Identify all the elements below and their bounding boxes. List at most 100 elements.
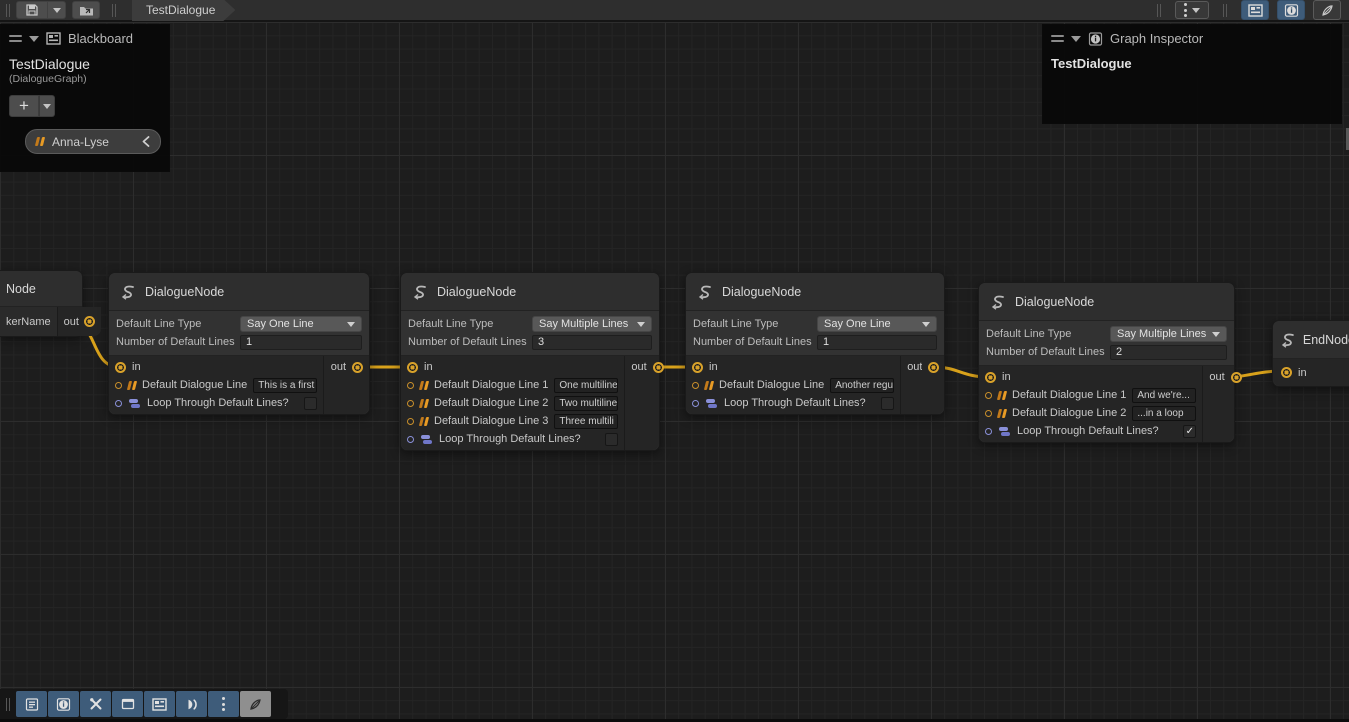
in-port-label: in bbox=[1298, 367, 1349, 379]
blackboard-item-label: Anna-Lyse bbox=[52, 135, 134, 149]
prop-label: Default Line Type bbox=[408, 318, 532, 330]
loop-port-label: Loop Through Default Lines? bbox=[439, 433, 599, 445]
line-port[interactable] bbox=[407, 418, 414, 425]
in-port[interactable] bbox=[1281, 367, 1292, 378]
loop-checkbox[interactable] bbox=[605, 433, 618, 446]
node-title-bar[interactable]: Node bbox=[0, 271, 82, 307]
toggle-blackboard-button[interactable] bbox=[1241, 0, 1269, 20]
prop-label: Default Line Type bbox=[693, 318, 817, 330]
toggle-quill-panel-button[interactable] bbox=[1313, 0, 1341, 20]
node-title-bar[interactable]: DialogueNode bbox=[686, 273, 944, 311]
line-type-dropdown[interactable]: Say Multiple Lines bbox=[1110, 326, 1227, 342]
speaker-name-field[interactable]: kerName bbox=[0, 307, 57, 336]
dialogue-node-2[interactable]: DialogueNode Default Line Type Say Multi… bbox=[400, 272, 660, 451]
dialogue-node-4[interactable]: DialogueNode Default Line Type Say Multi… bbox=[978, 282, 1235, 443]
window-button[interactable] bbox=[112, 691, 143, 717]
number-of-lines-field[interactable]: 2 bbox=[1110, 345, 1227, 360]
play-preview-button[interactable] bbox=[176, 691, 207, 717]
toggle-inspector-button[interactable] bbox=[1277, 0, 1305, 20]
loop-port[interactable] bbox=[692, 400, 699, 407]
loop-port[interactable] bbox=[115, 400, 122, 407]
speaker-node[interactable]: Node kerName out bbox=[0, 270, 83, 337]
dialogue-line-field[interactable]: Two multiline bbox=[554, 396, 618, 411]
toolbar-drag-handle[interactable] bbox=[6, 4, 10, 17]
in-port[interactable] bbox=[692, 362, 703, 373]
node-title-bar[interactable]: DialogueNode bbox=[401, 273, 659, 311]
document-lines-icon bbox=[25, 698, 39, 711]
save-button[interactable] bbox=[16, 1, 48, 19]
chevron-left-icon[interactable] bbox=[142, 136, 150, 147]
dialogue-line-field[interactable]: Three multili bbox=[554, 414, 618, 429]
loop-checkbox[interactable] bbox=[881, 397, 894, 410]
drag-grip-icon[interactable] bbox=[9, 35, 22, 42]
dialogue-node-1[interactable]: DialogueNode Default Line Type Say One L… bbox=[108, 272, 370, 415]
line-type-dropdown[interactable]: Say Multiple Lines bbox=[532, 316, 652, 332]
dialogue-line-field[interactable]: ...in a loop bbox=[1132, 406, 1196, 421]
right-drag-handle[interactable] bbox=[1157, 4, 1161, 17]
add-property-button[interactable]: + bbox=[9, 95, 39, 117]
graph-tab[interactable]: TestDialogue bbox=[132, 0, 235, 21]
loop-port[interactable] bbox=[985, 428, 992, 435]
more-options-button[interactable] bbox=[208, 691, 239, 717]
toggle-inspector-button-bottom[interactable] bbox=[48, 691, 79, 717]
end-node[interactable]: EndNode in bbox=[1272, 320, 1349, 387]
line-type-dropdown[interactable]: Say One Line bbox=[817, 316, 937, 332]
node-title-bar[interactable]: EndNode bbox=[1273, 321, 1349, 359]
line-port[interactable] bbox=[407, 400, 414, 407]
in-port[interactable] bbox=[115, 362, 126, 373]
tools-button[interactable] bbox=[80, 691, 111, 717]
window-icon bbox=[121, 698, 135, 710]
dialogue-line-field[interactable]: And we're... bbox=[1132, 388, 1196, 403]
out-port[interactable] bbox=[1231, 372, 1242, 383]
overflow-menu-button[interactable] bbox=[1175, 1, 1209, 19]
in-port[interactable] bbox=[407, 362, 418, 373]
out-port[interactable] bbox=[928, 362, 939, 373]
chevron-down-icon bbox=[347, 322, 355, 327]
blackboard-header[interactable]: Blackboard bbox=[1, 25, 169, 50]
loop-checkbox[interactable]: ✓ bbox=[1183, 425, 1196, 438]
number-of-lines-field[interactable]: 1 bbox=[240, 335, 362, 350]
blackboard-item-anna-lyse[interactable]: Anna-Lyse bbox=[25, 129, 161, 154]
out-port[interactable] bbox=[84, 316, 95, 327]
number-of-lines-field[interactable]: 1 bbox=[817, 335, 937, 350]
blackboard-icon bbox=[46, 32, 61, 45]
dialogue-line-field[interactable]: One multiline bbox=[554, 378, 618, 393]
toggle-blackboard-button-bottom[interactable] bbox=[144, 691, 175, 717]
node-title-bar[interactable]: DialogueNode bbox=[109, 273, 369, 311]
save-dropdown-button[interactable] bbox=[48, 1, 66, 19]
folder-open-icon bbox=[79, 4, 94, 17]
quill-button[interactable] bbox=[240, 691, 271, 717]
node-properties: Default Line Type Say One Line Number of… bbox=[109, 311, 369, 356]
bottom-drag-handle[interactable] bbox=[6, 698, 10, 711]
collapse-triangle-icon[interactable] bbox=[1071, 36, 1081, 42]
dialogue-line-field[interactable]: This is a first bbox=[253, 378, 317, 393]
in-port[interactable] bbox=[985, 372, 996, 383]
dialogue-node-3[interactable]: DialogueNode Default Line Type Say One L… bbox=[685, 272, 945, 415]
dropdown-value: Say Multiple Lines bbox=[539, 318, 637, 330]
number-of-lines-field[interactable]: 3 bbox=[532, 335, 652, 350]
node-flow-icon bbox=[989, 294, 1007, 310]
out-port[interactable] bbox=[352, 362, 363, 373]
loop-checkbox[interactable] bbox=[304, 397, 317, 410]
feather-icon bbox=[249, 698, 262, 711]
line-port[interactable] bbox=[692, 382, 699, 389]
collapse-triangle-icon[interactable] bbox=[29, 36, 39, 42]
loop-port[interactable] bbox=[407, 436, 414, 443]
graph-inspector-header[interactable]: Graph Inspector bbox=[1043, 25, 1341, 50]
drag-grip-icon[interactable] bbox=[1051, 35, 1064, 42]
out-port[interactable] bbox=[653, 362, 664, 373]
add-property-dropdown[interactable] bbox=[39, 95, 55, 117]
line-port-label: Default Dialogue Line bbox=[719, 379, 824, 391]
line-port[interactable] bbox=[985, 392, 992, 399]
line-type-dropdown[interactable]: Say One Line bbox=[240, 316, 362, 332]
line-port[interactable] bbox=[407, 382, 414, 389]
line-port[interactable] bbox=[115, 382, 122, 389]
node-title-bar[interactable]: DialogueNode bbox=[979, 283, 1234, 321]
tabbar-drag-handle[interactable] bbox=[112, 4, 116, 17]
open-asset-button[interactable] bbox=[72, 1, 100, 19]
right-drag-handle-2[interactable] bbox=[1223, 4, 1227, 17]
line-port[interactable] bbox=[985, 410, 992, 417]
toggle-script-panel-button[interactable] bbox=[16, 691, 47, 717]
dialogue-line-field[interactable]: Another regu bbox=[830, 378, 894, 393]
quote-icon bbox=[420, 381, 428, 390]
